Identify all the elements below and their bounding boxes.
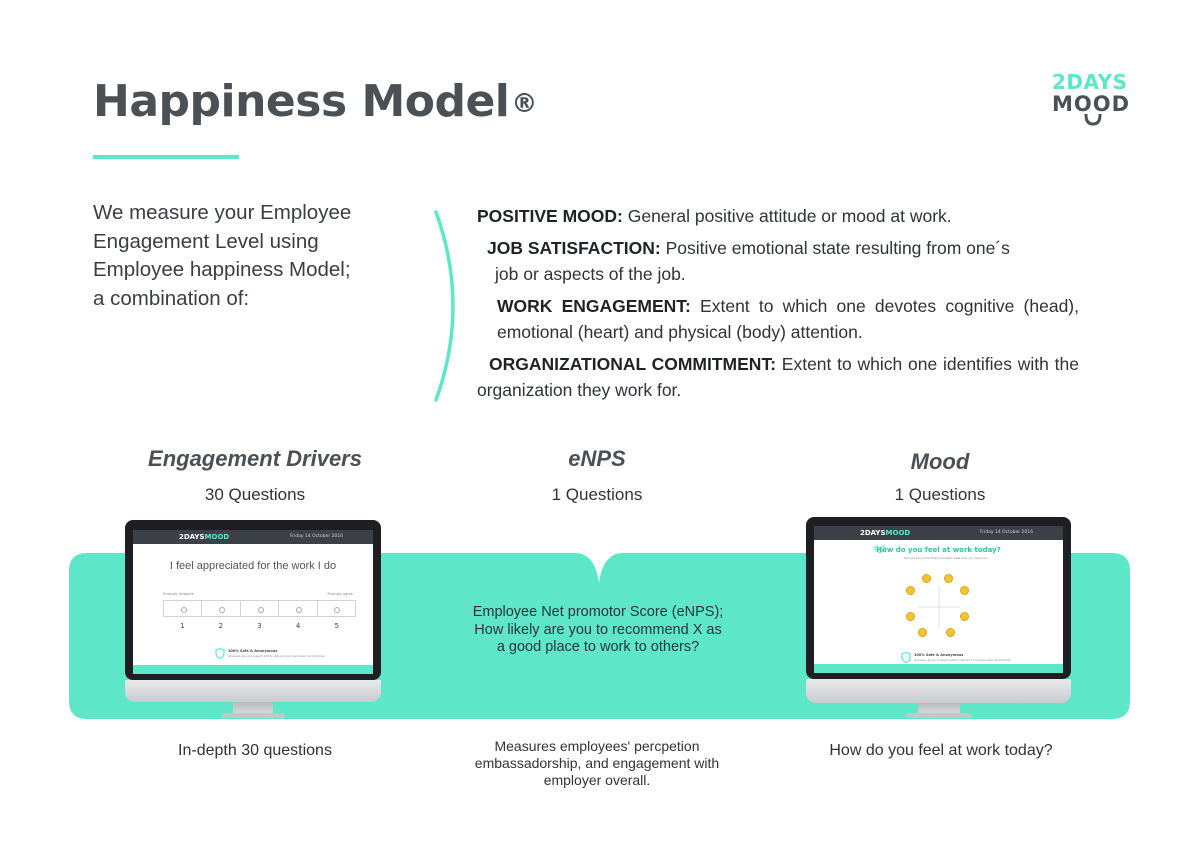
definition-text: General positive attitude or mood at wor… — [622, 206, 952, 226]
definition-job-satisfaction: JOB SATISFACTION: Positive emotional sta… — [477, 235, 1079, 288]
page-title-text: Happiness Model — [93, 76, 510, 127]
intro-line: Employee happiness Model; — [93, 258, 351, 281]
intro-line: We measure your Employee — [93, 201, 352, 224]
mood-face-icon — [922, 574, 931, 583]
enps-title: eNPS — [568, 446, 626, 471]
logo-line-2: MOOD — [1052, 92, 1131, 116]
enps-description: Employee Net promotor Score (eNPS); How … — [472, 604, 724, 655]
drivers-caption: In-depth 30 questions — [178, 742, 332, 759]
monitor-screen: 2DAYSMOOD Friday 14 October 2016 How do … — [814, 526, 1063, 673]
survey-question: I feel appreciated for the work I do — [169, 560, 337, 572]
title-underline — [93, 155, 239, 159]
mood-subtitle: 1 Questions — [894, 485, 986, 504]
definitions-list: POSITIVE MOOD: General positive attitude… — [477, 203, 1079, 404]
scale-value: 4 — [295, 622, 301, 630]
mood-caption: How do you feel at work today? — [829, 742, 1053, 759]
screen-logo: 2DAYSMOOD — [860, 529, 911, 537]
definition-term: WORK ENGAGEMENT: — [497, 295, 691, 316]
page-title: Happiness Model® — [93, 76, 537, 127]
mood-grid-icon — [918, 586, 960, 628]
enps-caption: Measures employees' percpetion embassado… — [474, 738, 720, 788]
definition-term: ORGANIZATIONAL COMMITMENT: — [489, 353, 777, 374]
mood-question: How do you feel at work today? — [876, 546, 1001, 554]
safe-title: 100% Safe & Anonymous — [228, 649, 278, 653]
scale-value: 3 — [257, 622, 262, 630]
scale-right-anchor: Strongly agree — [327, 592, 353, 596]
scale-value: 1 — [180, 622, 185, 630]
screen-footer — [814, 664, 1063, 673]
mood-instruction: Choose the mood that describes best how … — [904, 556, 988, 560]
drivers-subtitle: 30 Questions — [204, 485, 306, 504]
shield-icon — [901, 652, 911, 663]
monitor-drivers: 2DAYSMOOD Friday 14 October 2016 I feel … — [125, 520, 381, 720]
shield-icon — [215, 648, 225, 659]
screen-date: Friday 14 October 2016 — [289, 534, 343, 539]
likert-numbers: 1 2 3 4 5 — [163, 622, 356, 630]
safe-text: Answers are processed 100% safe and anon… — [228, 654, 325, 658]
brand-logo: 2DAYS MOOD — [1052, 70, 1136, 126]
registered-mark: ® — [511, 89, 537, 119]
definition-term: POSITIVE MOOD: — [477, 206, 623, 226]
monitor-screen: 2DAYSMOOD Friday 14 October 2016 I feel … — [133, 530, 373, 674]
scale-left-anchor: Strongly disagree — [163, 592, 194, 596]
definition-text: Positive emotional state resulting from … — [660, 237, 1010, 258]
monitor-chin — [806, 679, 1071, 703]
enps-subtitle: 1 Questions — [551, 485, 643, 504]
definition-term: JOB SATISFACTION: — [487, 237, 661, 258]
drivers-title: Engagement Drivers — [148, 446, 362, 471]
definition-positive-mood: POSITIVE MOOD: General positive attitude… — [477, 203, 1079, 230]
mood-face-icon — [944, 574, 953, 583]
monitor-chin — [125, 680, 381, 702]
screen-date: Friday 14 October 2016 — [979, 530, 1033, 535]
scale-value: 2 — [218, 622, 224, 630]
intro-line: Engagement Level using — [93, 229, 319, 253]
likert-scale — [163, 600, 356, 617]
screen-header: 2DAYSMOOD Friday 14 October 2016 — [133, 530, 373, 544]
monitor-foot — [906, 713, 972, 718]
monitor-foot — [221, 713, 285, 718]
screen-footer — [133, 665, 373, 674]
definition-work-engagement: WORK ENGAGEMENT: Extent to which one dev… — [477, 293, 1079, 346]
monitor-mood: 2DAYSMOOD Friday 14 October 2016 How do … — [806, 517, 1071, 720]
mood-title: Mood — [910, 449, 970, 474]
safe-text: Answers are processed 100% safe and anon… — [914, 658, 1011, 662]
logo-smile-icon — [1084, 114, 1102, 126]
scale-value: 5 — [334, 622, 339, 630]
screen-header: 2DAYSMOOD Friday 14 October 2016 — [814, 526, 1063, 540]
bracket-icon — [434, 210, 455, 402]
screen-logo: 2DAYSMOOD — [179, 533, 230, 541]
safe-title: 100% Safe & Anonymous — [914, 653, 964, 657]
logo-line-1: 2DAYS — [1052, 70, 1128, 94]
intro-line: a combination of: — [93, 286, 250, 310]
definition-text: job or aspects of the job. — [495, 264, 686, 284]
intro-text: We measure your Employee Engagement Leve… — [93, 199, 423, 313]
definition-organizational-commitment: ORGANIZATIONAL COMMITMENT: Extent to whi… — [477, 351, 1079, 404]
